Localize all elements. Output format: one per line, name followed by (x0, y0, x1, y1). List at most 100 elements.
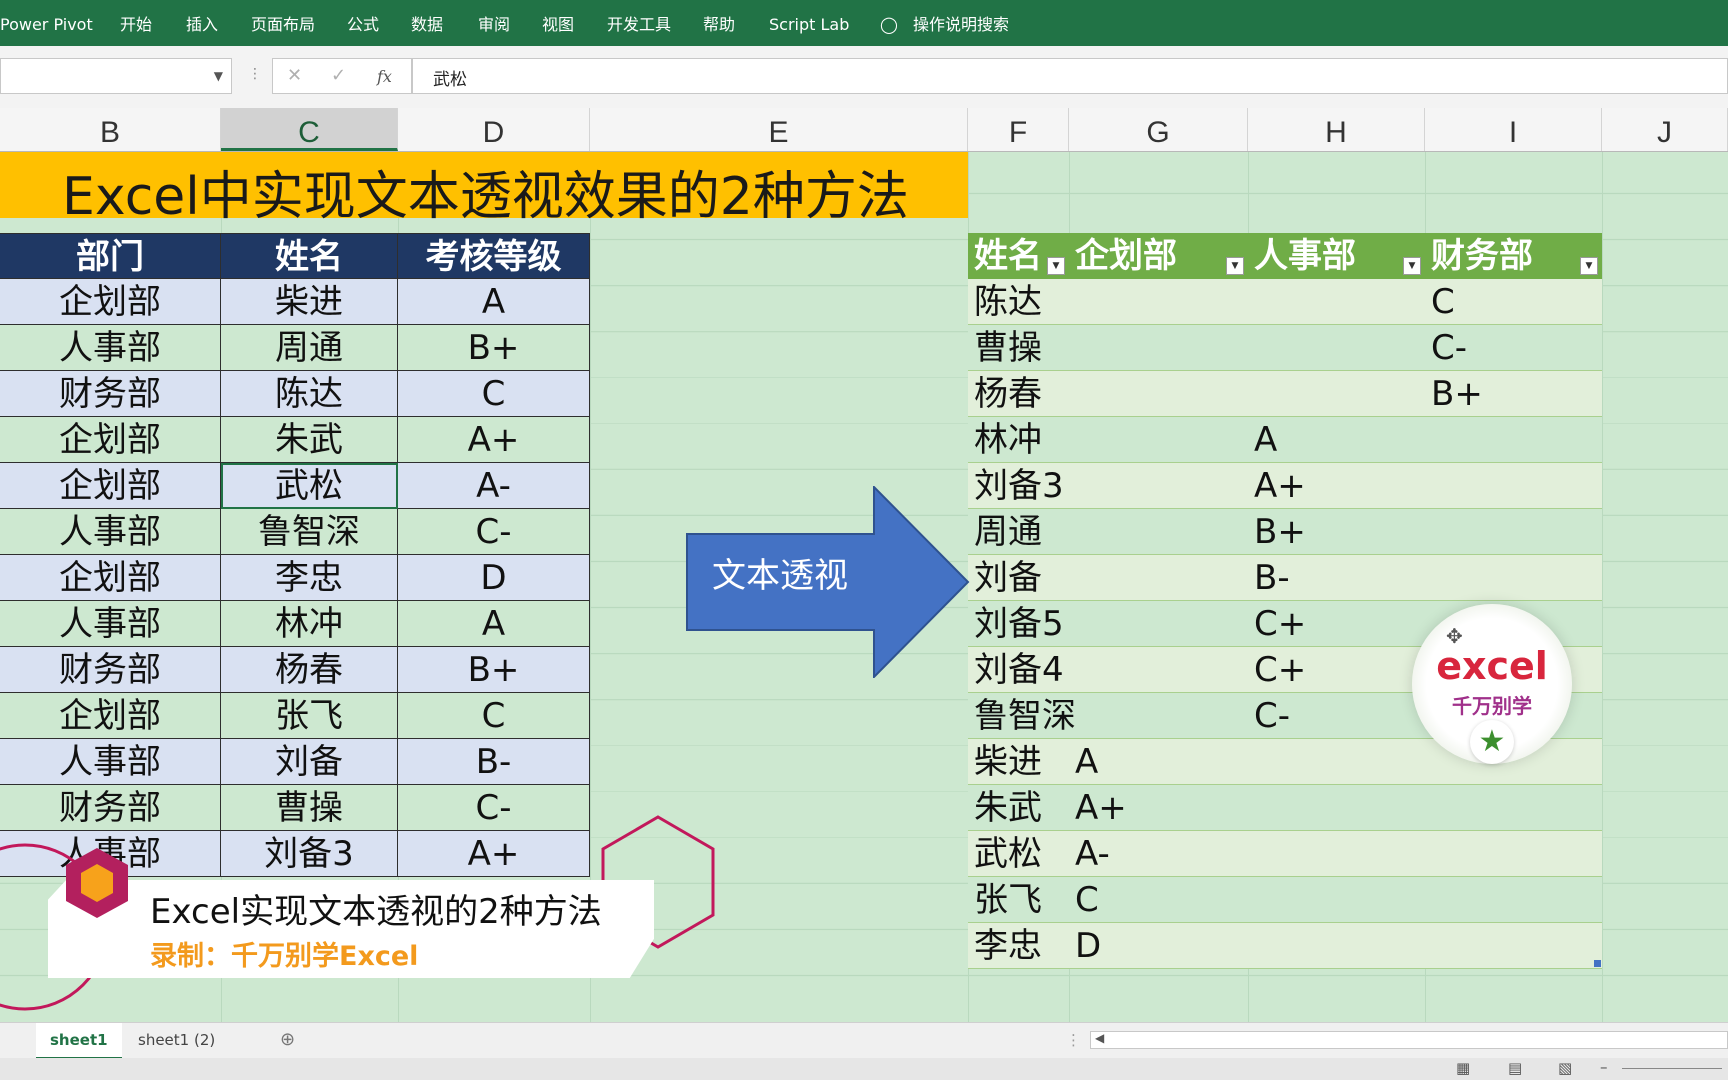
tab-home[interactable]: 开始 (120, 0, 152, 46)
cell-grade[interactable]: C (398, 371, 590, 417)
pivot-cell-grade[interactable]: A (1069, 739, 1248, 785)
cell-name[interactable]: 林冲 (221, 601, 398, 647)
cell-grade[interactable]: A- (398, 463, 590, 509)
pivot-cell-name[interactable]: 林冲 (968, 417, 1069, 463)
pivot-cell-grade[interactable]: C+ (1248, 601, 1425, 647)
pivot-header-planning[interactable]: 企划部 ▼ (1069, 233, 1248, 279)
cell-department[interactable]: 企划部 (0, 555, 221, 601)
header-name[interactable]: 姓名 (221, 233, 398, 279)
pivot-cell-grade[interactable]: A- (1069, 831, 1248, 877)
tab-script-lab[interactable]: Script Lab (769, 0, 849, 46)
column-header-d[interactable]: D (398, 108, 590, 151)
pivot-cell-name[interactable]: 曹操 (968, 325, 1069, 371)
fx-icon[interactable]: fx (377, 67, 392, 86)
cell-name[interactable]: 张飞 (221, 693, 398, 739)
pivot-cell-name[interactable]: 刘备3 (968, 463, 1069, 509)
cell-grade[interactable]: B- (398, 739, 590, 785)
cell-department[interactable]: 企划部 (0, 693, 221, 739)
pivot-cell-grade[interactable]: C- (1248, 693, 1425, 739)
cell-grade[interactable]: A+ (398, 417, 590, 463)
pivot-cell-name[interactable]: 杨春 (968, 371, 1069, 417)
cell-department[interactable]: 财务部 (0, 785, 221, 831)
pivot-cell-grade[interactable]: A+ (1069, 785, 1248, 831)
sheet-tab-sheet1[interactable]: sheet1 (36, 1023, 122, 1060)
name-box[interactable]: ▼ (0, 58, 232, 94)
column-header-b[interactable]: B (0, 108, 221, 151)
filter-dropdown-icon[interactable]: ▼ (1580, 257, 1598, 275)
lightbulb-icon[interactable]: ◯ (880, 0, 898, 46)
header-grade[interactable]: 考核等级 (398, 233, 590, 279)
cell-name[interactable]: 朱武 (221, 417, 398, 463)
column-header-g[interactable]: G (1069, 108, 1248, 151)
tab-help[interactable]: 帮助 (703, 0, 735, 46)
pivot-cell-grade[interactable]: B- (1248, 555, 1425, 601)
sheet-tab-sheet1-2[interactable]: sheet1 (2) (124, 1023, 229, 1057)
cell-department[interactable]: 人事部 (0, 601, 221, 647)
horizontal-scrollbar[interactable]: ◀ (1090, 1031, 1728, 1049)
cell-name[interactable]: 杨春 (221, 647, 398, 693)
cell-name[interactable]: 陈达 (221, 371, 398, 417)
cell-name[interactable]: 柴进 (221, 279, 398, 325)
pivot-cell-grade[interactable]: A (1248, 417, 1425, 463)
cell-department[interactable]: 人事部 (0, 739, 221, 785)
pivot-cell-grade[interactable]: D (1069, 923, 1248, 969)
filter-dropdown-icon[interactable]: ▼ (1226, 257, 1244, 275)
pivot-header-finance[interactable]: 财务部 ▼ (1425, 233, 1602, 279)
pivot-cell-name[interactable]: 刘备5 (968, 601, 1069, 647)
title-cell[interactable]: Excel中实现文本透视效果的2种方法 (0, 152, 968, 227)
cell-department[interactable]: 人事部 (0, 325, 221, 371)
pivot-cell-grade[interactable]: C+ (1248, 647, 1425, 693)
cell-name[interactable]: 曹操 (221, 785, 398, 831)
excel-logo-badge[interactable]: ✥ excel 千万别学 ★ (1412, 604, 1572, 764)
filter-dropdown-icon[interactable]: ▼ (1403, 257, 1421, 275)
formula-input[interactable]: 武松 (412, 58, 1728, 94)
cell-name[interactable]: 周通 (221, 325, 398, 371)
pivot-cell-name[interactable]: 刘备 (968, 555, 1069, 601)
zoom-out-icon[interactable]: – (1600, 1058, 1608, 1076)
tab-review[interactable]: 审阅 (478, 0, 510, 46)
tab-developer[interactable]: 开发工具 (607, 0, 671, 46)
cell-department[interactable]: 企划部 (0, 463, 221, 509)
scroll-left-icon[interactable]: ◀ (1095, 1031, 1104, 1045)
pivot-cell-name[interactable]: 周通 (968, 509, 1069, 555)
column-header-h[interactable]: H (1248, 108, 1425, 151)
cell-name[interactable]: 刘备3 (221, 831, 398, 877)
pivot-cell-name[interactable]: 刘备4 (968, 647, 1069, 693)
filter-dropdown-icon[interactable]: ▼ (1047, 257, 1065, 275)
tab-view[interactable]: 视图 (542, 0, 574, 46)
chevron-down-icon[interactable]: ▼ (214, 69, 223, 83)
tell-me-search[interactable]: 操作说明搜索 (913, 0, 1009, 46)
cell-grade[interactable]: A (398, 279, 590, 325)
pivot-cell-name[interactable]: 张飞 (968, 877, 1069, 923)
cell-department[interactable]: 财务部 (0, 647, 221, 693)
cell-department[interactable]: 财务部 (0, 371, 221, 417)
tab-formulas[interactable]: 公式 (347, 0, 379, 46)
pivot-cell-name[interactable]: 武松 (968, 831, 1069, 877)
cell-grade[interactable]: C- (398, 509, 590, 555)
column-header-e[interactable]: E (590, 108, 968, 151)
column-header-i[interactable]: I (1425, 108, 1602, 151)
pivot-cell-grade[interactable]: C- (1425, 325, 1602, 371)
zoom-slider[interactable] (1622, 1068, 1722, 1069)
tab-power-pivot[interactable]: Power Pivot (0, 0, 93, 46)
pivot-header-hr[interactable]: 人事部 ▼ (1248, 233, 1425, 279)
cell-department[interactable]: 企划部 (0, 417, 221, 463)
column-header-f[interactable]: F (968, 108, 1069, 151)
header-department[interactable]: 部门 (0, 233, 221, 279)
page-break-view-icon[interactable]: ▧ (1558, 1059, 1572, 1077)
column-header-c[interactable]: C (221, 108, 398, 151)
cell-grade[interactable]: B+ (398, 647, 590, 693)
tab-data[interactable]: 数据 (411, 0, 443, 46)
pivot-resize-handle[interactable] (1594, 960, 1601, 967)
cell-grade[interactable]: A (398, 601, 590, 647)
pivot-cell-name[interactable]: 朱武 (968, 785, 1069, 831)
cell-name[interactable]: 鲁智深 (221, 509, 398, 555)
cell-grade[interactable]: D (398, 555, 590, 601)
add-sheet-icon[interactable]: ⊕ (266, 1023, 309, 1057)
pivot-cell-name[interactable]: 柴进 (968, 739, 1069, 785)
normal-view-icon[interactable]: ▦ (1456, 1059, 1470, 1077)
cell-grade[interactable]: C- (398, 785, 590, 831)
enter-icon[interactable]: ✓ (331, 65, 346, 86)
cell-name[interactable]: 李忠 (221, 555, 398, 601)
pivot-header-name[interactable]: 姓名 ▼ (968, 233, 1069, 279)
